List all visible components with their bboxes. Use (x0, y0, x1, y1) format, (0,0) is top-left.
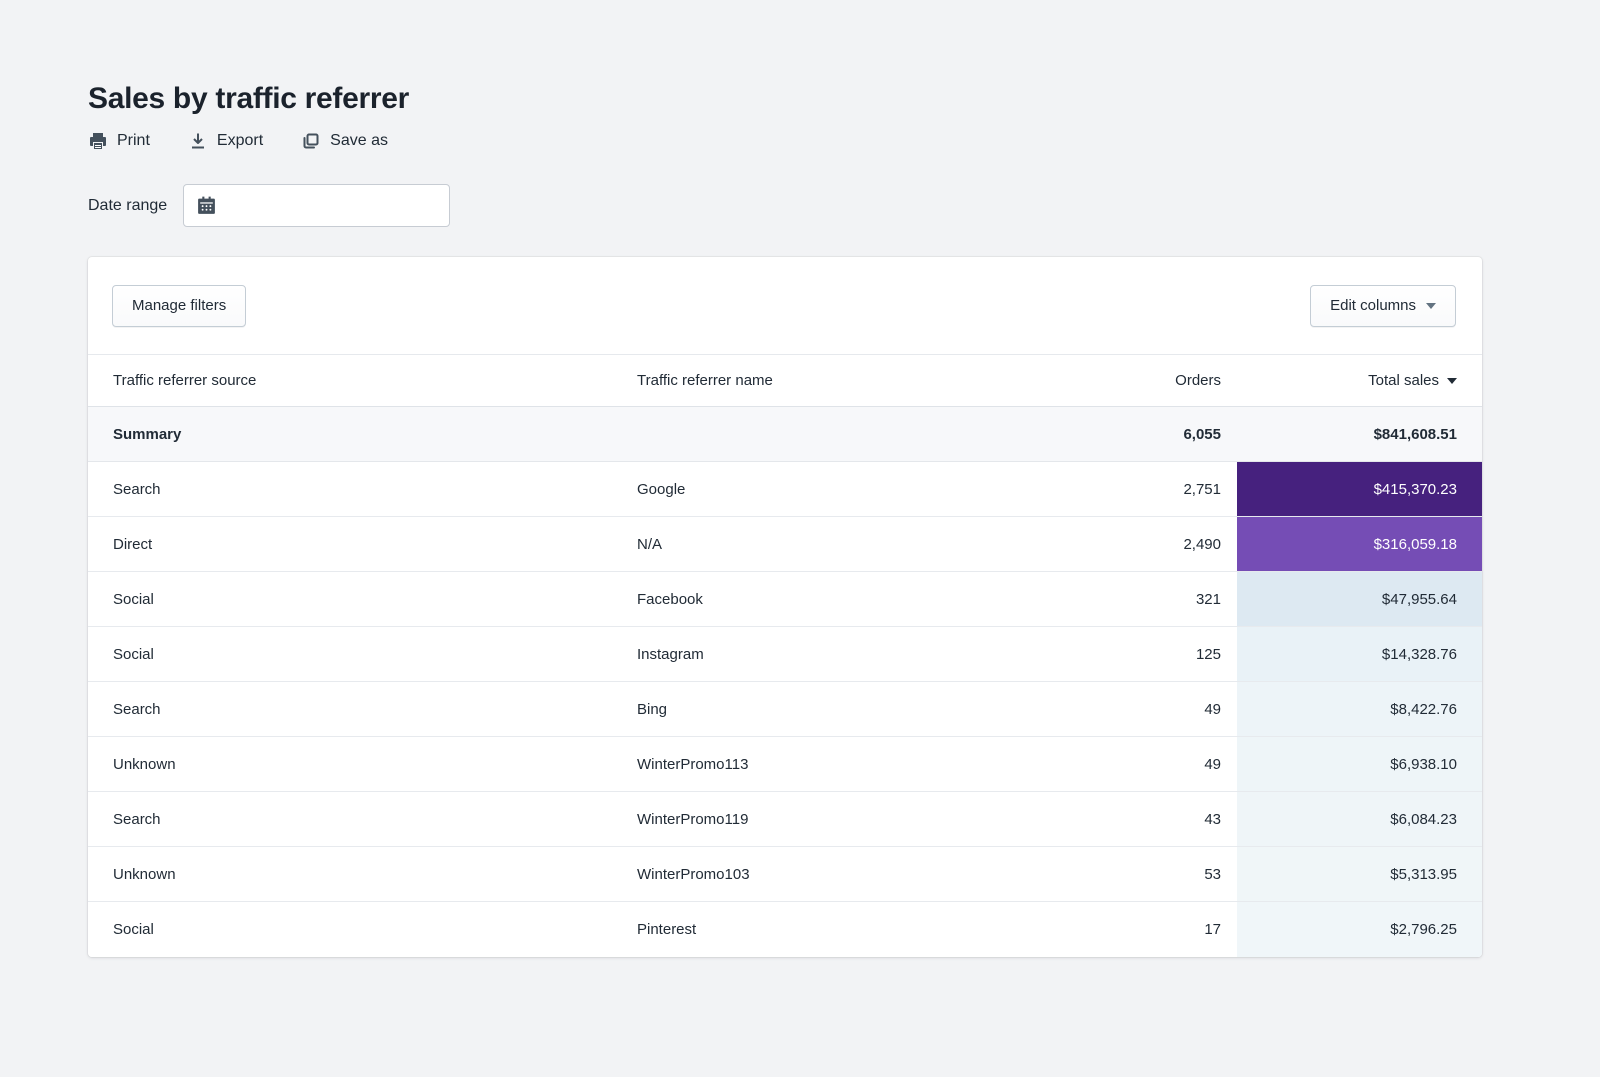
manage-filters-button[interactable]: Manage filters (112, 284, 247, 327)
cell-name: WinterPromo119 (637, 810, 749, 828)
cell-total-sales: $47,955.64 (1237, 572, 1482, 626)
save-as-icon (303, 133, 319, 149)
date-range-label: Date range (88, 196, 168, 214)
cell-name: Pinterest (637, 921, 697, 938)
cell-source: Social (113, 921, 154, 938)
print-button[interactable]: Print (88, 131, 150, 151)
save-as-button[interactable]: Save as (301, 131, 388, 151)
print-label: Print (117, 132, 150, 149)
cell-orders: 17 (1204, 921, 1221, 938)
cell-total-sales: $6,938.10 (1237, 737, 1482, 791)
cell-orders: 49 (1204, 755, 1221, 773)
cell-name: Instagram (637, 645, 704, 663)
cell-total-sales: $415,370.23 (1237, 462, 1482, 516)
report-actions: Print Export Save as (88, 131, 1482, 151)
summary-total-sales: $841,608.51 (1373, 425, 1457, 443)
sort-desc-icon (1447, 377, 1457, 384)
cell-orders: 53 (1204, 865, 1221, 883)
chevron-down-icon (1426, 302, 1436, 309)
printer-icon (90, 133, 106, 149)
summary-row: Summary 6,055 $841,608.51 (88, 407, 1482, 462)
cell-total-sales: $5,313.95 (1237, 847, 1482, 901)
cell-name: WinterPromo113 (637, 755, 749, 773)
table-row: Social Facebook 321 $47,955.64 (88, 572, 1482, 627)
cell-source: Direct (113, 535, 153, 553)
report-card: Manage filters Edit columns Traffic refe… (88, 257, 1482, 957)
cell-name: N/A (637, 535, 663, 553)
save-as-label: Save as (330, 132, 388, 149)
column-header-source[interactable]: Traffic referrer source (88, 372, 637, 389)
cell-name: WinterPromo103 (637, 865, 750, 883)
column-header-orders[interactable]: Orders (1068, 372, 1237, 389)
table-row: Search Bing 49 $8,422.76 (88, 682, 1482, 737)
cell-source: Search (113, 700, 161, 718)
cell-orders: 49 (1204, 700, 1221, 718)
table-row: Search WinterPromo119 43 $6,084.23 (88, 792, 1482, 847)
table-row: Social Instagram 125 $14,328.76 (88, 627, 1482, 682)
download-icon (191, 133, 204, 149)
cell-orders: 2,490 (1183, 535, 1221, 553)
table-header-row: Traffic referrer source Traffic referrer… (88, 354, 1482, 407)
cell-source: Search (113, 480, 161, 498)
calendar-icon (198, 196, 216, 214)
cell-orders: 125 (1195, 645, 1221, 663)
cell-orders: 321 (1195, 590, 1221, 608)
column-header-name[interactable]: Traffic referrer name (637, 372, 1068, 389)
page-title: Sales by traffic referrer (88, 82, 410, 115)
table-row: Search Google 2,751 $415,370.23 (88, 462, 1482, 517)
column-header-total-sales[interactable]: Total sales (1237, 355, 1482, 406)
manage-filters-label: Manage filters (132, 297, 227, 314)
table-row: Unknown WinterPromo113 49 $6,938.10 (88, 737, 1482, 792)
edit-columns-button[interactable]: Edit columns (1310, 284, 1456, 327)
report-page: Sales by traffic referrer Print Export S… (88, 0, 1482, 957)
export-button[interactable]: Export (188, 131, 263, 151)
cell-source: Unknown (113, 755, 176, 773)
cell-source: Social (113, 590, 154, 608)
edit-columns-label: Edit columns (1330, 297, 1416, 314)
cell-name: Facebook (637, 590, 703, 608)
cell-source: Social (113, 645, 154, 663)
table-body: Search Google 2,751 $415,370.23 Direct N… (88, 462, 1482, 957)
cell-total-sales: $316,059.18 (1237, 517, 1482, 571)
date-range-input[interactable] (183, 184, 451, 227)
table-row: Social Pinterest 17 $2,796.25 (88, 902, 1482, 957)
table-toolbar: Manage filters Edit columns (88, 257, 1482, 354)
total-sales-header-label: Total sales (1368, 372, 1439, 389)
cell-total-sales: $2,796.25 (1237, 902, 1482, 957)
cell-orders: 2,751 (1183, 480, 1221, 498)
table-row: Direct N/A 2,490 $316,059.18 (88, 517, 1482, 572)
cell-total-sales: $14,328.76 (1237, 627, 1482, 681)
cell-name: Google (637, 480, 686, 498)
summary-label: Summary (113, 425, 182, 443)
export-label: Export (216, 132, 264, 149)
date-range-row: Date range (88, 184, 1482, 227)
cell-source: Search (113, 810, 161, 828)
cell-name: Bing (637, 700, 668, 718)
cell-total-sales: $8,422.76 (1237, 682, 1482, 736)
cell-orders: 43 (1204, 810, 1221, 828)
cell-total-sales: $6,084.23 (1237, 792, 1482, 846)
table-row: Unknown WinterPromo103 53 $5,313.95 (88, 847, 1482, 902)
summary-orders: 6,055 (1183, 425, 1221, 443)
cell-source: Unknown (113, 865, 176, 883)
